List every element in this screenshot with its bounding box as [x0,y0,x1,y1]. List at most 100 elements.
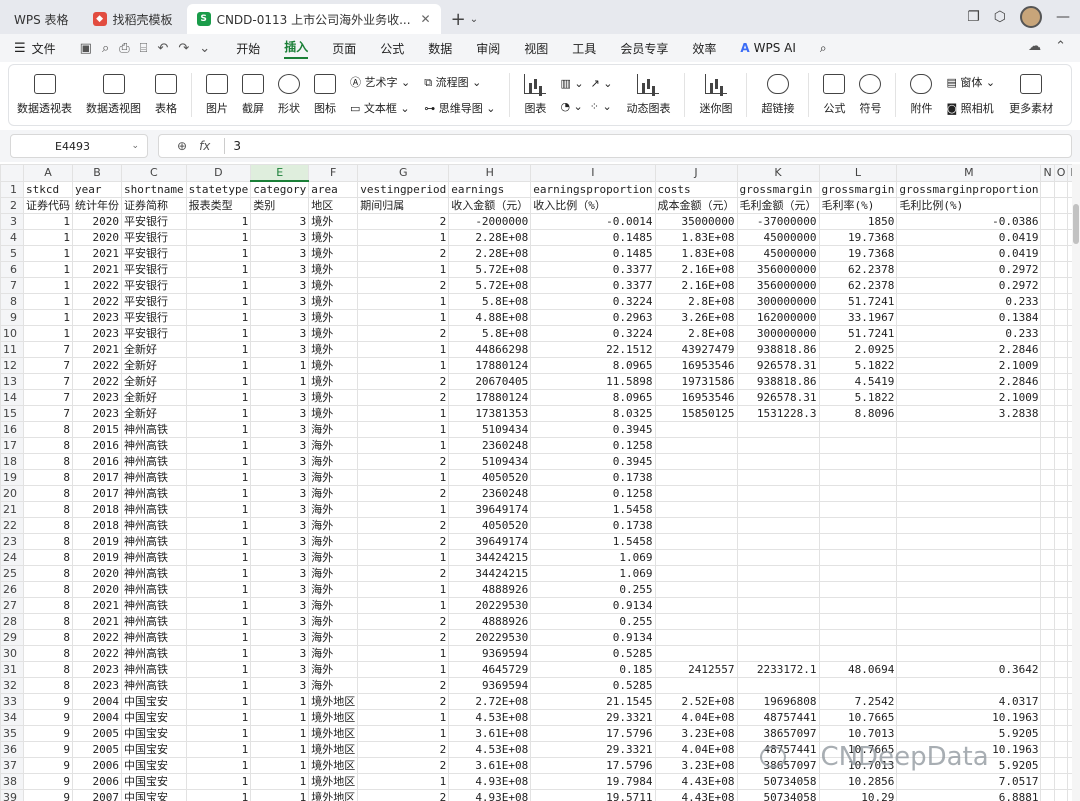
sparkline-button[interactable]: 迷你图 [699,74,732,116]
cell[interactable]: 0.1258 [530,437,656,454]
cell[interactable]: 0.233 [896,293,1042,310]
cell[interactable]: 8 [23,421,73,438]
cell[interactable] [1053,661,1069,678]
row-header[interactable]: 34 [0,709,24,726]
cell[interactable] [654,533,738,550]
cell[interactable]: 证券简称 [121,197,187,214]
cell[interactable]: 神州高铁 [121,485,187,502]
cell[interactable]: 1 [185,629,252,646]
cell[interactable]: 1.069 [530,565,656,582]
cell[interactable]: 10.7665 [818,709,898,726]
tab-wps-sheets[interactable]: WPS 表格 [4,4,79,34]
cell[interactable]: 8 [23,517,73,534]
cell[interactable]: 1 [185,581,252,598]
cell[interactable]: 8 [23,597,73,614]
cell[interactable]: 全新好 [121,357,187,374]
cell[interactable]: 2 [357,533,450,550]
close-icon[interactable]: ✕ [421,12,431,26]
cell[interactable]: 9369594 [448,645,532,662]
shape-button[interactable]: 形状 [278,74,300,116]
cell[interactable] [1040,613,1055,630]
cell[interactable] [1053,405,1069,422]
cell[interactable] [1053,773,1069,790]
dynamic-chart-button[interactable]: 动态图表 [626,74,670,116]
cell[interactable]: 9 [23,725,73,742]
cell[interactable]: 38657097 [736,725,820,742]
row-header[interactable]: 31 [0,661,24,678]
cell[interactable] [896,549,1042,566]
cell[interactable] [654,517,738,534]
cell[interactable]: 5.8E+08 [448,325,532,342]
cell[interactable] [654,629,738,646]
cell[interactable] [1053,549,1069,566]
cell[interactable]: 20670405 [448,373,532,390]
cell[interactable]: 2.16E+08 [654,261,738,278]
cell[interactable] [1040,180,1055,198]
cell[interactable]: 2022 [72,629,122,646]
cell[interactable]: 8 [23,629,73,646]
cell[interactable]: 5.72E+08 [448,277,532,294]
cell[interactable] [1053,741,1069,758]
cell[interactable] [1053,245,1069,262]
cell[interactable] [818,677,898,694]
cloud-sync-icon[interactable]: ☁ [1028,39,1041,54]
cell[interactable]: 海外 [308,645,359,662]
cell[interactable]: 33.1967 [818,309,898,326]
cell[interactable]: 1 [357,581,450,598]
cell[interactable]: 4888926 [448,581,532,598]
cell[interactable]: 2 [357,741,450,758]
cell[interactable]: 2.1009 [896,357,1042,374]
column-header-O[interactable]: O [1053,164,1069,182]
cell[interactable]: 3 [250,437,310,454]
cell[interactable]: 2.8E+08 [654,325,738,342]
cell[interactable]: 1 [357,645,450,662]
cell[interactable]: 2007 [72,789,122,801]
cell[interactable]: 2 [357,245,450,262]
cell[interactable] [818,421,898,438]
cell[interactable]: 全新好 [121,373,187,390]
cell[interactable] [1040,501,1055,518]
cell[interactable]: 境外 [308,325,359,342]
cell[interactable]: 境外 [308,341,359,358]
cell[interactable]: 1 [185,405,252,422]
cell[interactable] [654,549,738,566]
cell[interactable]: 8.0325 [530,405,656,422]
cell[interactable]: 2233172.1 [736,661,820,678]
cell[interactable]: 29.3321 [530,709,656,726]
cell[interactable] [1040,469,1055,486]
cell[interactable] [736,645,820,662]
column-header-A[interactable]: A [23,164,73,182]
cell[interactable] [1040,453,1055,470]
cell[interactable] [736,469,820,486]
cell[interactable]: 收入比例（%） [530,197,656,214]
pivot-chart-button[interactable]: 数据透视图 [86,74,141,116]
cell[interactable]: 2 [357,613,450,630]
cell[interactable]: 神州高铁 [121,549,187,566]
column-header-I[interactable]: I [530,164,656,182]
cell[interactable]: 62.2378 [818,277,898,294]
cell[interactable]: 3 [250,613,310,630]
row-header[interactable]: 17 [0,437,24,454]
cell[interactable]: 1 [185,261,252,278]
cell[interactable]: 3 [250,469,310,486]
cell[interactable]: 3 [250,517,310,534]
cell[interactable]: 8 [23,533,73,550]
cell[interactable]: 926578.31 [736,357,820,374]
cell[interactable] [1040,693,1055,710]
cell[interactable]: 海外 [308,485,359,502]
cell[interactable]: 地区 [308,197,359,214]
cell[interactable]: 1 [185,693,252,710]
cell[interactable] [736,485,820,502]
cell[interactable]: 海外 [308,533,359,550]
print-preview-icon[interactable]: ⌸ [140,41,148,56]
cell[interactable]: 中国宝安 [121,773,187,790]
cell[interactable] [1040,229,1055,246]
cell[interactable]: 2022 [72,645,122,662]
cell[interactable]: 境外地区 [308,757,359,774]
cell[interactable] [1053,229,1069,246]
cell[interactable]: 3.26E+08 [654,309,738,326]
cube-icon[interactable]: ⬡ [994,9,1006,25]
cell[interactable]: 3 [250,581,310,598]
row-header[interactable]: 24 [0,549,24,566]
cell[interactable]: 17.5796 [530,757,656,774]
